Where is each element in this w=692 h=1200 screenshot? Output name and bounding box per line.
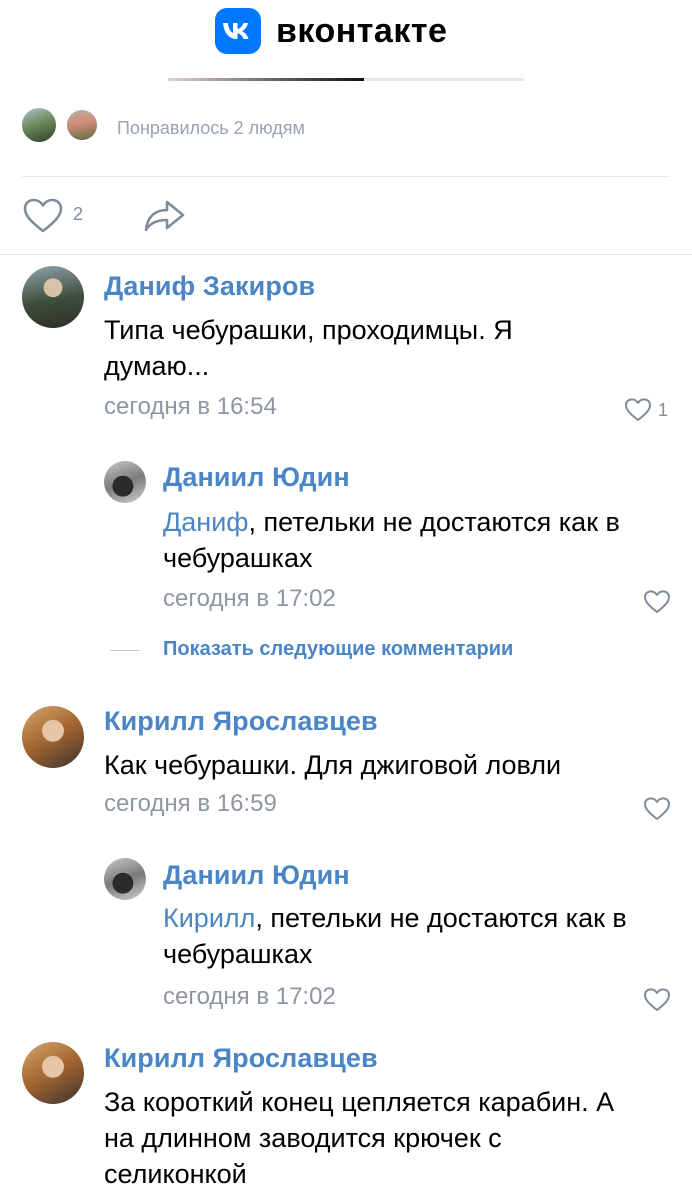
mention-link[interactable]: Даниф	[163, 507, 249, 537]
show-more-comments-link[interactable]: Показать следующие комментарии	[163, 638, 513, 661]
app-header: вконтакте	[0, 0, 692, 88]
comments-divider	[0, 254, 692, 255]
liked-by-row[interactable]: Понравилось 2 людям	[0, 100, 692, 160]
post-actions: 2	[0, 190, 692, 240]
loading-progress-bar	[168, 78, 524, 81]
comment-time[interactable]: сегодня в 17:02	[163, 983, 336, 1011]
comment-author[interactable]: Даниф Закиров	[104, 271, 315, 302]
heart-icon	[625, 398, 651, 421]
comment-author[interactable]: Кирилл Ярославцев	[104, 706, 378, 737]
comment-time[interactable]: сегодня в 16:54	[104, 393, 277, 421]
mention-link[interactable]: Кирилл	[163, 903, 255, 933]
comment-text: Даниф, петельки не достаются как в чебур…	[163, 507, 620, 573]
comment-author[interactable]: Кирилл Ярославцев	[104, 1043, 378, 1074]
comment-like-button[interactable]	[624, 398, 652, 427]
heart-icon	[644, 797, 670, 820]
share-icon	[144, 200, 185, 232]
comment-time[interactable]: сегодня в 16:59	[104, 790, 277, 818]
liked-by-text[interactable]: Понравилось 2 людям	[117, 118, 305, 139]
like-count: 2	[73, 204, 84, 224]
like-button[interactable]	[22, 198, 64, 239]
comment-text: Как чебурашки. Для джиговой ловли	[104, 750, 562, 780]
comment-text: Типа чебурашки, проходимцы. Я думаю...	[104, 315, 513, 381]
comment-like-count: 1	[658, 400, 669, 420]
comment-like-button[interactable]	[643, 988, 671, 1017]
comment-like-button[interactable]	[643, 797, 671, 826]
comment-like-button[interactable]	[643, 590, 671, 619]
avatar[interactable]	[22, 266, 84, 328]
comment-author[interactable]: Даниил Юдин	[163, 462, 350, 493]
show-more-line	[110, 650, 140, 651]
comment-time[interactable]: сегодня в 17:02	[163, 585, 336, 613]
heart-icon	[23, 198, 63, 233]
heart-icon	[644, 590, 670, 613]
vk-logo-icon[interactable]	[215, 8, 261, 54]
avatar[interactable]	[22, 1042, 84, 1104]
comment-author[interactable]: Даниил Юдин	[163, 860, 350, 891]
share-button[interactable]	[143, 198, 187, 239]
avatar[interactable]	[104, 461, 146, 503]
comment-text: Кирилл, петельки не достаются как в чебу…	[163, 903, 627, 969]
avatar[interactable]	[104, 858, 146, 900]
liker-avatar[interactable]	[65, 108, 99, 142]
heart-icon	[644, 988, 670, 1011]
comment-text: За короткий конец цепляется карабин. А н…	[104, 1087, 615, 1189]
brand-name: вконтакте	[276, 12, 448, 50]
liker-avatar[interactable]	[22, 108, 56, 142]
avatar[interactable]	[22, 706, 84, 768]
progress-fill	[168, 78, 364, 81]
divider	[22, 176, 670, 177]
